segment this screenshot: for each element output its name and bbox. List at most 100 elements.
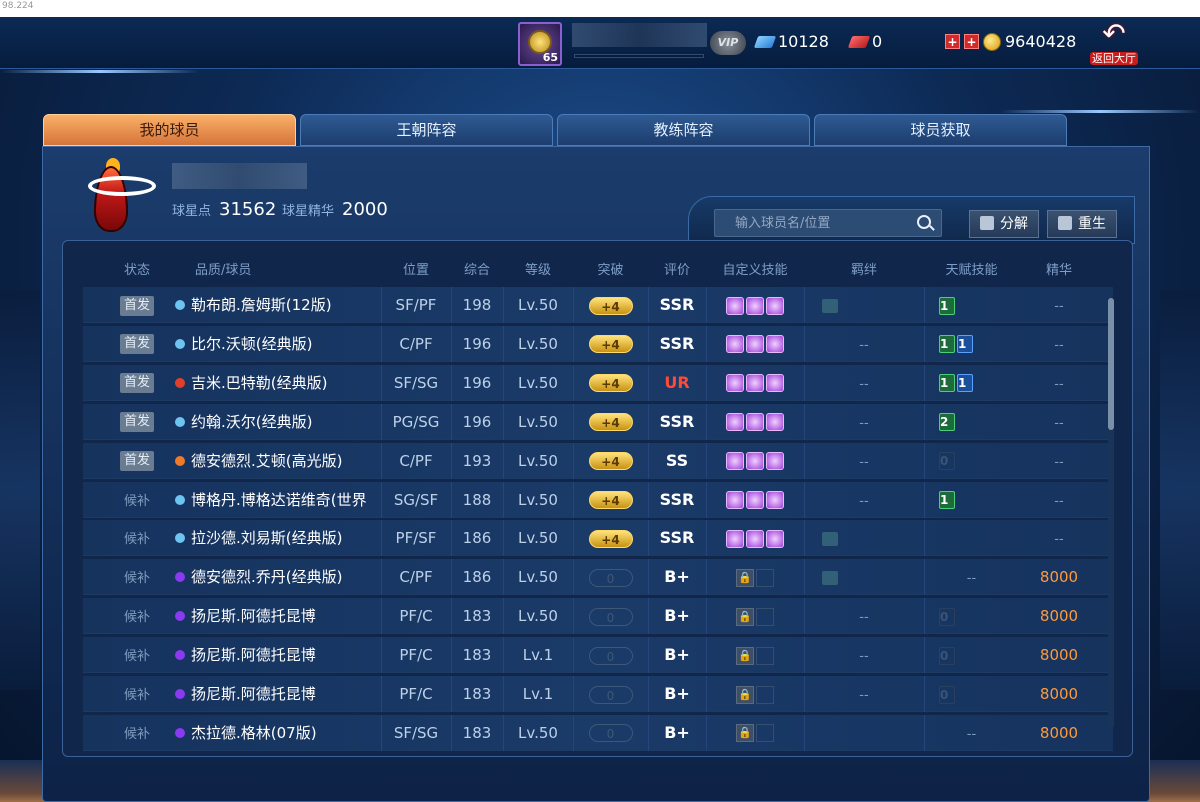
breakthrough-badge: +4 — [588, 452, 633, 471]
talent-skill-icon[interactable]: 0 — [939, 607, 955, 626]
player-name[interactable]: 比尔.沃顿(经典版) — [191, 335, 312, 353]
exchange-coin-button[interactable]: + — [964, 34, 979, 49]
custom-skill-icon[interactable] — [726, 529, 744, 548]
player-name[interactable]: 杰拉德.格林(07版) — [191, 724, 317, 742]
talent-skill-icon[interactable]: 1 — [939, 491, 955, 509]
skill-empty-slot[interactable] — [756, 646, 774, 665]
scrollbar-thumb[interactable] — [1108, 298, 1114, 430]
exp-bar — [574, 54, 704, 58]
player-name[interactable]: 勒布朗.詹姆斯(12版) — [191, 296, 332, 314]
talent-skill-icon[interactable]: 1 — [957, 335, 973, 354]
table-cell: 扬尼斯.阿德托昆博 — [175, 637, 381, 673]
custom-skill-icon[interactable] — [766, 413, 784, 432]
tab-dynasty-lineup[interactable]: 王朝阵容 — [300, 114, 553, 146]
talent-skill-icon[interactable]: 0 — [939, 685, 955, 704]
tab-player-acquire[interactable]: 球员获取 — [814, 114, 1067, 146]
custom-skill-icon[interactable] — [726, 413, 744, 432]
table-row[interactable]: 首发 比尔.沃顿(经典版) C/PF 196 Lv.50 +4 SSR -- 1 1 -- — [83, 325, 1113, 362]
column-header: 评价 — [663, 263, 690, 278]
custom-skill-icon[interactable] — [726, 296, 744, 315]
custom-skill-icon[interactable] — [766, 335, 784, 354]
search-input[interactable] — [715, 210, 915, 236]
custom-skill-icon[interactable] — [746, 296, 764, 315]
add-coin-button[interactable]: + — [945, 34, 960, 49]
player-name[interactable]: 约翰.沃尔(经典版) — [191, 413, 312, 431]
player-name[interactable]: 扬尼斯.阿德托昆博 — [191, 646, 316, 664]
talent-skill-icon[interactable]: 1 — [957, 374, 973, 393]
table-row[interactable]: 首发 吉米.巴特勒(经典版) SF/SG 196 Lv.50 +4 UR -- 1 1 -- — [83, 364, 1113, 401]
table-row[interactable]: 候补 博格丹.博格达诺维奇(世界版) SG/SF 188 Lv.50 +4 SSR -- 1 -- — [83, 481, 1113, 545]
player-name[interactable]: 扬尼斯.阿德托昆博 — [191, 685, 316, 703]
player-name[interactable]: 吉米.巴特勒(经典版) — [191, 374, 327, 392]
player-level: Lv.50 — [518, 373, 558, 392]
talent-skill-icon[interactable]: 1 — [939, 335, 955, 354]
table-cell: 1 — [924, 287, 1019, 323]
custom-skill-icon[interactable] — [726, 452, 744, 471]
player-name[interactable]: 扬尼斯.阿德托昆博 — [191, 607, 316, 625]
table-row[interactable]: 候补 德安德烈.乔丹(经典版) C/PF 186 Lv.50 0 B+ 🔒 -- 8000 — [83, 559, 1113, 596]
search-icon[interactable] — [917, 215, 931, 229]
player-table: 状态 品质/球员 位置 综合 等级 突破 评价 自定义技能 羁绊 天赋技能 精华 首发 勒布朗.詹姆斯… — [62, 240, 1133, 757]
talent-skill-icon[interactable]: 1 — [939, 296, 955, 315]
skill-empty-slot[interactable] — [756, 568, 774, 587]
custom-skill-icon[interactable] — [746, 452, 764, 471]
ticket-counter[interactable]: 0 — [847, 32, 882, 51]
tab-coach-lineup[interactable]: 教练阵容 — [557, 114, 810, 146]
custom-skill-icon[interactable] — [726, 491, 744, 509]
player-name[interactable]: 德安德烈.艾顿(高光版) — [191, 452, 342, 470]
table-row[interactable]: 首发 约翰.沃尔(经典版) PG/SG 196 Lv.50 +4 SSR -- 2 -- — [83, 403, 1113, 440]
table-row[interactable]: 候补 杰拉德.格林(07版) SF/SG 183 Lv.50 0 B+ 🔒 -- 8000 — [83, 714, 1113, 751]
custom-skill-icon[interactable] — [746, 413, 764, 432]
talent-skill-icon[interactable]: 0 — [939, 452, 955, 471]
player-name[interactable]: 拉沙德.刘易斯(经典版) — [191, 529, 342, 547]
table-row[interactable]: 首发 德安德烈.艾顿(高光版) C/PF 193 Lv.50 +4 SS -- 0 -- — [83, 442, 1113, 479]
custom-skill-icon[interactable] — [766, 529, 784, 548]
custom-skill-icon[interactable] — [726, 335, 744, 354]
table-cell: 比尔.沃顿(经典版) — [175, 326, 381, 362]
custom-skill-icon[interactable] — [766, 296, 784, 315]
table-scrollbar[interactable] — [1108, 298, 1114, 728]
skill-empty-slot[interactable] — [756, 685, 774, 704]
player-level: Lv.50 — [518, 451, 558, 470]
coin-counter[interactable]: + + 9640428 — [945, 32, 1076, 51]
custom-skill-icon[interactable] — [766, 491, 784, 509]
decompose-button[interactable]: 分解 — [969, 210, 1039, 238]
table-row[interactable]: 候补 扬尼斯.阿德托昆博 PF/C 183 Lv.1 0 B+ 🔒 -- 0 8000 — [83, 637, 1113, 674]
player-avatar[interactable]: 65 — [518, 22, 562, 66]
custom-skill-icon[interactable] — [726, 374, 744, 393]
bond-icon[interactable] — [822, 298, 838, 313]
rating-grade: B+ — [664, 684, 690, 703]
talent-skill-icon[interactable]: 0 — [939, 646, 955, 665]
vip-icon[interactable]: VIP — [710, 31, 746, 55]
back-to-lobby-button[interactable]: ↶ 返回大厅 — [1088, 20, 1140, 65]
table-row[interactable]: 首发 勒布朗.詹姆斯(12版) SF/PF 198 Lv.50 +4 SSR 1 -- — [83, 287, 1113, 323]
bond-icon[interactable] — [822, 570, 838, 585]
player-name[interactable]: 德安德烈.乔丹(经典版) — [191, 568, 342, 586]
rating-grade: B+ — [664, 567, 690, 587]
tab-my-players[interactable]: 我的球员 — [43, 114, 296, 146]
custom-skill-icon[interactable] — [746, 335, 764, 354]
player-position: PF/SF — [395, 529, 437, 548]
rebirth-button[interactable]: 重生 — [1047, 210, 1117, 238]
table-row[interactable]: 候补 拉沙德.刘易斯(经典版) PF/SF 186 Lv.50 +4 SSR -- — [83, 520, 1113, 557]
talent-skill-icon[interactable]: 2 — [939, 413, 955, 432]
table-row[interactable]: 候补 扬尼斯.阿德托昆博 PF/C 183 Lv.1 0 B+ 🔒 -- 0 8000 — [83, 676, 1113, 712]
table-cell: 183 — [451, 676, 503, 712]
table-cell: -- — [804, 365, 924, 401]
skill-empty-slot[interactable] — [756, 724, 774, 743]
custom-skill-icon[interactable] — [766, 374, 784, 393]
table-row[interactable]: 候补 扬尼斯.阿德托昆博 PF/C 183 Lv.50 0 B+ 🔒 -- 0 8000 — [83, 598, 1113, 635]
custom-skill-icon[interactable] — [746, 529, 764, 548]
skill-empty-slot[interactable] — [756, 607, 774, 626]
talent-skill-icon[interactable]: 1 — [939, 374, 955, 393]
player-overall: 186 — [462, 568, 492, 587]
custom-skill-icon[interactable] — [766, 452, 784, 471]
table-cell: -- — [804, 443, 924, 479]
breakthrough-badge: +4 — [588, 491, 633, 509]
bond-icon[interactable] — [822, 531, 838, 546]
diamond-counter[interactable]: 10128 — [753, 32, 829, 51]
table-cell: C/PF — [381, 326, 451, 362]
custom-skill-icon[interactable] — [746, 491, 764, 509]
table-cell: 扬尼斯.阿德托昆博 — [175, 598, 381, 634]
custom-skill-icon[interactable] — [746, 374, 764, 393]
